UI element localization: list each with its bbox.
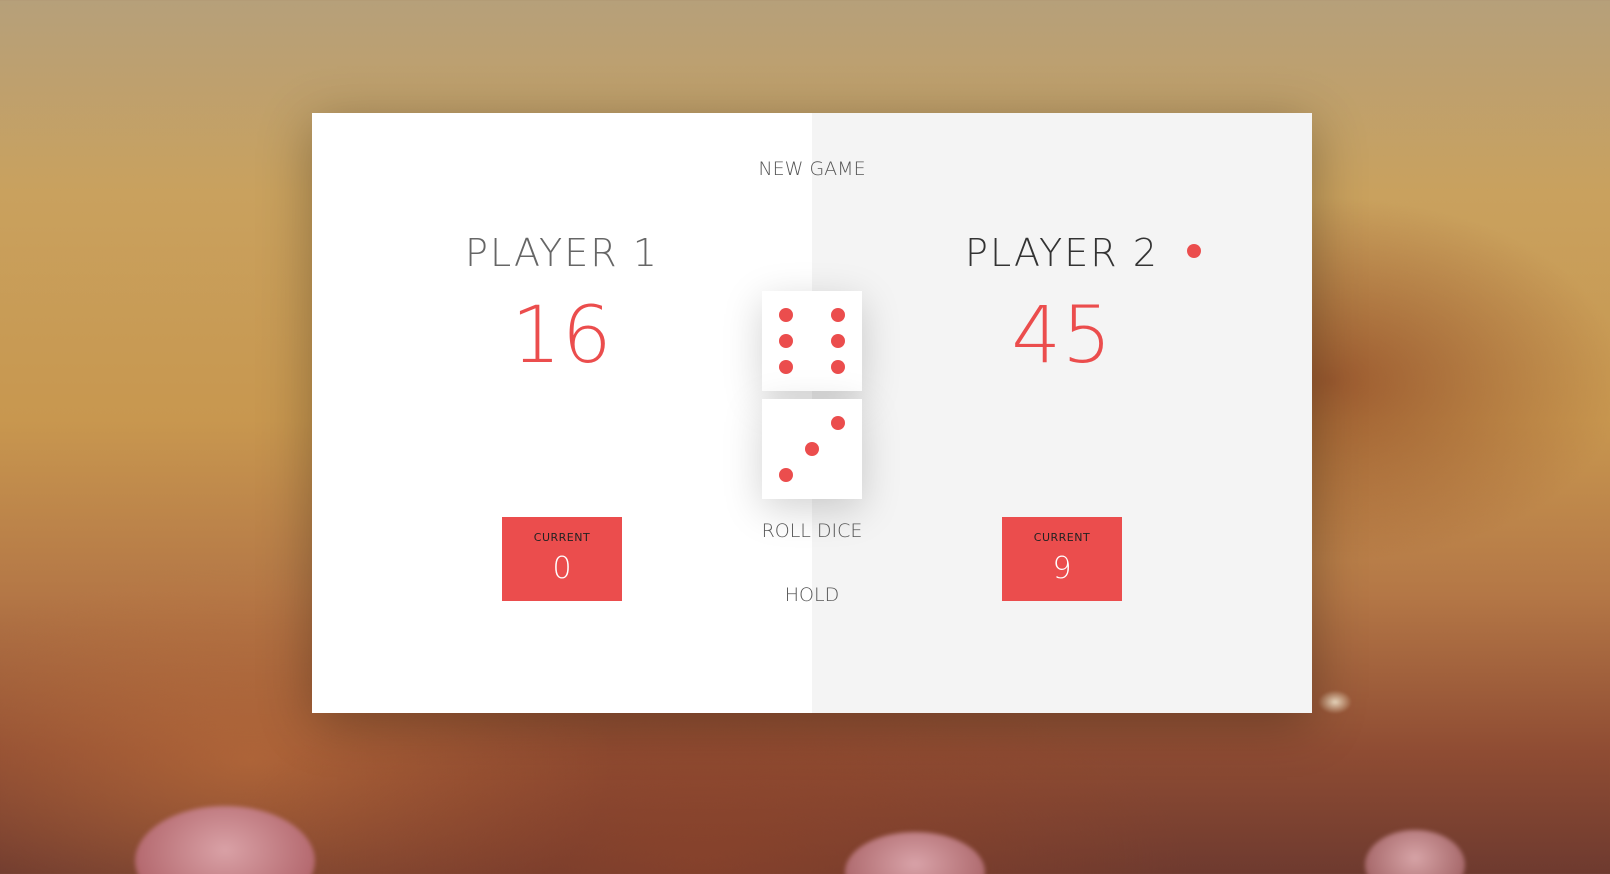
game-board: PLAYER 1 16 CURRENT 0 PLAYER 2 45 CURREN… [312,113,1312,713]
dice-pip [805,442,819,456]
player-1-current-label: CURRENT [533,531,591,544]
dice-pip [779,334,793,348]
dice-2 [762,399,862,499]
player-2-panel: PLAYER 2 45 CURRENT 9 [812,113,1312,713]
player-2-current-score: 9 [1052,551,1072,586]
player-2-current-label: CURRENT [1033,531,1091,544]
player-2-current-box: CURRENT 9 [1002,517,1122,601]
player-1-current-score: 0 [552,551,572,586]
player-1-score: 16 [511,291,613,381]
roll-dice-button[interactable]: ROLL DICE [762,519,863,543]
dice-pip [831,334,845,348]
active-player-dot-icon [1186,244,1201,258]
background-blur-shape [1365,830,1465,874]
dice-pip [831,308,845,322]
dice-pip [831,416,845,430]
background-blur-shape [135,806,315,874]
dice-pip [779,360,793,374]
new-game-button[interactable]: NEW GAME [758,157,865,181]
background-highlight [1318,690,1352,714]
player-1-panel: PLAYER 1 16 CURRENT 0 [312,113,812,713]
player-1-current-box: CURRENT 0 [502,517,622,601]
player-2-name-text: PLAYER 2 [965,231,1159,275]
hold-button[interactable]: HOLD [785,583,839,607]
player-2-score: 45 [1011,291,1113,381]
dice-pip [779,308,793,322]
dice-1 [762,291,862,391]
dice-pip [779,468,793,482]
dice-pip [831,360,845,374]
player-2-name: PLAYER 2 [965,231,1201,275]
player-1-name: PLAYER 1 [465,231,659,275]
background-blur-shape [845,832,985,874]
